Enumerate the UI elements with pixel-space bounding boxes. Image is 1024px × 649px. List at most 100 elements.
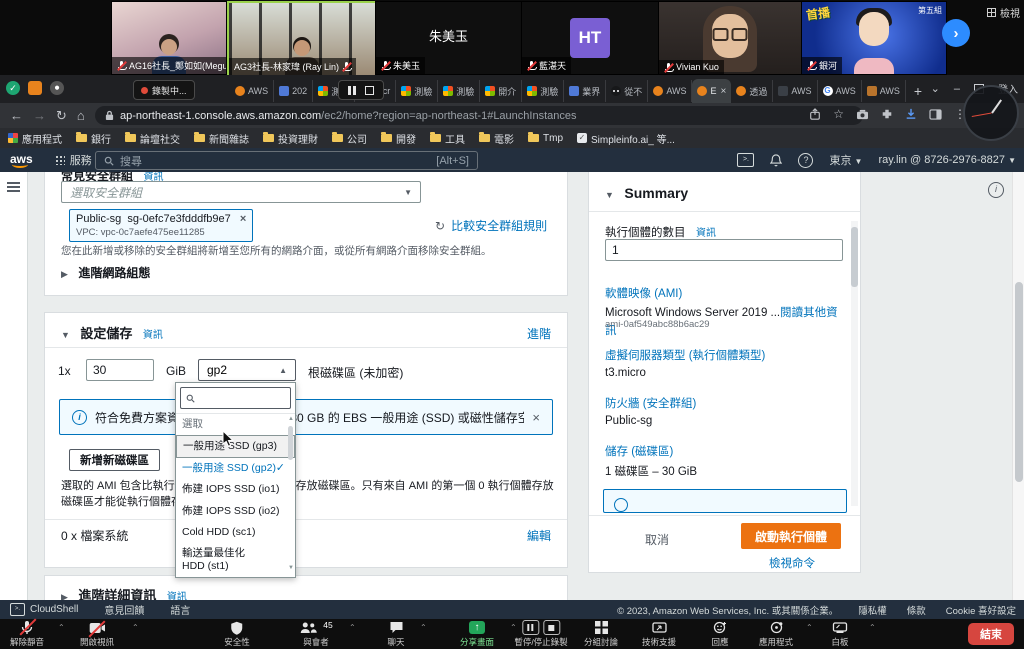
- browser-tab[interactable]: 測驗: [438, 80, 480, 102]
- console-search-input[interactable]: 搜尋 [Alt+S]: [95, 151, 478, 170]
- back-icon[interactable]: ←: [10, 108, 23, 123]
- side-panel-icon[interactable]: [929, 109, 942, 120]
- info-link[interactable]: 資訊: [696, 228, 716, 239]
- forward-icon[interactable]: →: [33, 108, 46, 123]
- participant-tile[interactable]: AG3社長-林家瑋 (Ray Lin): [227, 1, 377, 77]
- remove-chip-icon[interactable]: ×: [240, 213, 246, 225]
- browser-tab-active[interactable]: E×: [692, 79, 731, 103]
- unmute-button[interactable]: 解除靜音: [10, 620, 44, 648]
- region-selector[interactable]: 東京 ▼: [829, 152, 862, 168]
- participant-tile[interactable]: AG16社長_鄭如如(Megu...: [111, 1, 227, 75]
- firewall-link[interactable]: 防火牆 (安全群組): [605, 395, 696, 411]
- bookmark-folder[interactable]: 開發: [381, 131, 416, 146]
- tab-close-icon[interactable]: ×: [721, 86, 727, 97]
- stop-recording-icon[interactable]: [365, 86, 374, 95]
- volume-type-select[interactable]: gp2 ▲: [198, 359, 296, 381]
- new-tab-button[interactable]: +: [914, 83, 922, 99]
- dropdown-option-sc1[interactable]: Cold HDD (sc1): [176, 522, 295, 543]
- chevron-up-icon[interactable]: ⌃: [869, 623, 876, 632]
- bookmark-folder[interactable]: 投資理財: [263, 131, 318, 146]
- pinned-tab-mic-icon[interactable]: ⚫: [50, 81, 64, 95]
- pause-stop-recording-button[interactable]: 暫停/停止錄製: [514, 620, 567, 648]
- privacy-link[interactable]: 隱私權: [858, 603, 887, 617]
- next-participants-button[interactable]: ›: [942, 19, 970, 47]
- info-link[interactable]: 資訊: [167, 592, 187, 600]
- account-menu[interactable]: ray.lin @ 8726-2976-8827 ▼: [878, 154, 1016, 166]
- feedback-link[interactable]: 意見回饋: [104, 602, 144, 617]
- screenshot-extension-icon[interactable]: [856, 109, 869, 120]
- participant-tile[interactable]: HT 藍湛天: [521, 1, 659, 75]
- chevron-up-icon[interactable]: ⌃: [58, 623, 65, 632]
- dropdown-scrollbar[interactable]: ▲ ▼: [287, 416, 294, 571]
- security-button[interactable]: 安全性: [224, 620, 250, 648]
- chevron-up-icon[interactable]: ⌃: [132, 623, 139, 632]
- extensions-puzzle-icon[interactable]: [881, 108, 893, 120]
- dropdown-option-io2[interactable]: 佈建 IOPS SSD (io2): [176, 501, 295, 522]
- share-screen-button[interactable]: ↑ 分享畫面: [460, 620, 494, 648]
- bookmark-folder[interactable]: 電影: [479, 131, 514, 146]
- pause-recording-icon[interactable]: [348, 86, 356, 95]
- volume-size-input[interactable]: [86, 359, 154, 381]
- scroll-up-icon[interactable]: ▲: [288, 416, 294, 422]
- browser-tab[interactable]: 開介: [480, 80, 522, 102]
- page-scrollbar[interactable]: [1012, 172, 1024, 600]
- refresh-icon[interactable]: ↻: [435, 219, 445, 233]
- reactions-button[interactable]: 回應: [711, 620, 728, 648]
- compare-rules-link[interactable]: 比較安全群組規則: [451, 217, 547, 234]
- browser-tab[interactable]: 測驗: [396, 80, 438, 102]
- pinned-tab-icon[interactable]: [28, 81, 42, 95]
- chevron-up-icon[interactable]: ⌃: [420, 623, 427, 632]
- browser-tab[interactable]: AWS: [648, 80, 692, 102]
- instance-type-link[interactable]: 虛擬伺服器類型 (執行個體類型): [605, 347, 765, 363]
- start-video-button[interactable]: 開啟視訊: [80, 620, 114, 648]
- view-layout-button[interactable]: 檢視: [987, 5, 1020, 20]
- refresh-icon[interactable]: ↻: [56, 108, 67, 124]
- terms-link[interactable]: 條款: [907, 603, 926, 617]
- notifications-bell-icon[interactable]: [770, 154, 782, 167]
- download-icon[interactable]: [905, 108, 917, 120]
- bookmark-item[interactable]: ✓Simpleinfo.ai_ 等...: [577, 131, 675, 146]
- help-panel-info-icon[interactable]: i: [988, 182, 1004, 198]
- instance-count-input[interactable]: [605, 239, 843, 261]
- bookmark-folder[interactable]: 公司: [332, 131, 367, 146]
- address-bar[interactable]: ap-northeast-1.console.aws.amazon.com/ec…: [95, 106, 863, 125]
- chevron-up-icon[interactable]: ⌃: [806, 623, 813, 632]
- browser-tab[interactable]: AWS: [862, 80, 906, 102]
- end-meeting-button[interactable]: 結束: [968, 623, 1014, 645]
- advanced-link[interactable]: 進階: [527, 325, 551, 342]
- scrollbar-thumb[interactable]: [851, 227, 858, 287]
- launch-instance-button[interactable]: 啟動執行個體: [741, 523, 841, 549]
- browser-tab[interactable]: GAWS: [818, 80, 862, 102]
- bookmark-folder[interactable]: 銀行: [76, 131, 111, 146]
- dropdown-option-gp3[interactable]: 一般用途 SSD (gp3): [176, 435, 295, 458]
- browser-tab[interactable]: 透過: [731, 80, 773, 102]
- services-menu[interactable]: 服務: [70, 152, 92, 168]
- browser-tab[interactable]: 測驗: [522, 80, 564, 102]
- apps-button[interactable]: 應用程式: [759, 620, 793, 648]
- participants-button[interactable]: 45 與會者: [299, 620, 332, 648]
- bookmark-folder[interactable]: 論壇社交: [125, 131, 180, 146]
- participant-tile[interactable]: 朱美玉 朱美玉: [375, 1, 522, 75]
- bookmark-folder[interactable]: Tmp: [528, 133, 563, 144]
- chevron-up-icon[interactable]: ⌃: [349, 623, 356, 632]
- hamburger-menu-icon[interactable]: [7, 182, 20, 184]
- advanced-network-toggle[interactable]: 進階網路組態: [78, 266, 150, 280]
- bookmark-star-icon[interactable]: ☆: [833, 107, 844, 121]
- cancel-button[interactable]: 取消: [645, 531, 669, 548]
- dropdown-option-gp2-selected[interactable]: 一般用途 SSD (gp2)✓: [176, 458, 295, 479]
- browser-tab[interactable]: 從不: [606, 80, 648, 102]
- browser-tab[interactable]: 業界: [564, 80, 606, 102]
- cloudshell-icon[interactable]: >.: [737, 153, 754, 167]
- cloudshell-button[interactable]: >. CloudShell: [10, 603, 78, 616]
- summary-scrollbar[interactable]: [851, 221, 858, 506]
- scroll-down-icon[interactable]: ▼: [288, 565, 294, 571]
- storage-link[interactable]: 儲存 (磁碟區): [605, 443, 673, 459]
- bookmark-folder[interactable]: 工具: [430, 131, 465, 146]
- help-icon[interactable]: ?: [798, 153, 813, 168]
- stop-recording-icon[interactable]: [543, 620, 560, 635]
- dismiss-banner-icon[interactable]: ×: [532, 410, 540, 425]
- pause-recording-icon[interactable]: [522, 620, 539, 635]
- security-group-select[interactable]: 選取安全群組 ▼: [61, 181, 421, 203]
- aws-logo[interactable]: aws: [10, 152, 33, 168]
- scrollbar-thumb[interactable]: [288, 426, 293, 460]
